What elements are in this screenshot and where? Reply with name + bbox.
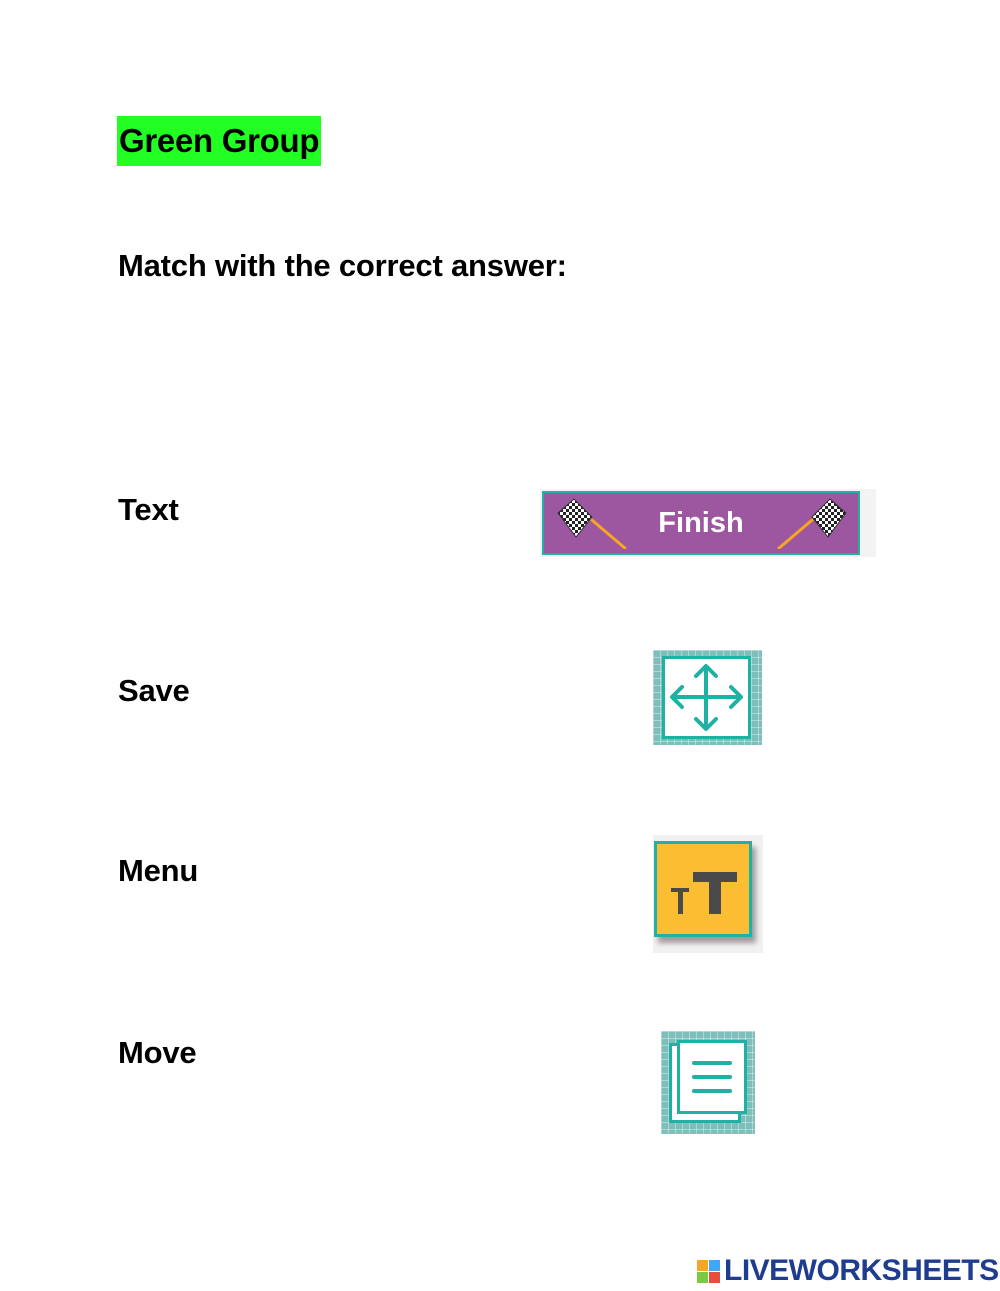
word-move[interactable]: Move (118, 1035, 197, 1071)
logo-text: LIVEWORKSHEETS (724, 1254, 999, 1287)
finish-banner: Finish (542, 491, 860, 555)
group-title: Green Group (117, 116, 322, 166)
word-save[interactable]: Save (118, 673, 190, 709)
logo-blocks-icon (697, 1259, 720, 1283)
finish-banner-image[interactable]: Finish (540, 489, 876, 557)
instructions: Match with the correct answer: (118, 248, 567, 283)
text-size-icon[interactable] (653, 835, 763, 953)
word-text[interactable]: Text (118, 492, 179, 528)
menu-lines-glyph (692, 1061, 732, 1093)
menu-icon-front-page (677, 1040, 747, 1114)
word-menu[interactable]: Menu (118, 853, 198, 889)
menu-lines-icon[interactable] (661, 1031, 755, 1134)
move-arrows-icon[interactable] (653, 650, 762, 745)
text-size-glyph (671, 872, 737, 914)
text-size-icon-frame (654, 841, 752, 937)
move-icon-frame (662, 656, 751, 739)
liveworksheets-logo: LIVEWORKSHEETS (697, 1254, 999, 1288)
checkered-flag-right-icon (777, 498, 847, 549)
move-arrows-glyph (670, 664, 743, 731)
